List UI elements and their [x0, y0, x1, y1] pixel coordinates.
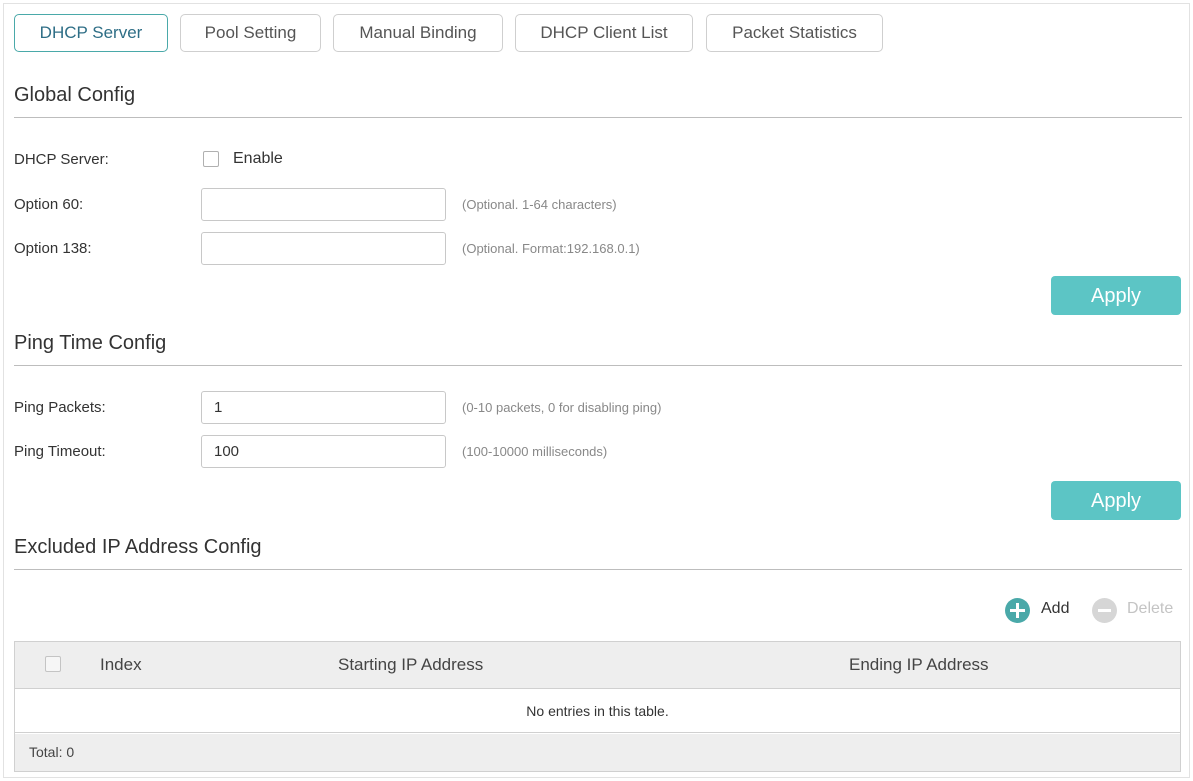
delete-button: Delete [1127, 600, 1174, 617]
global-config-divider [14, 117, 1182, 118]
option60-input[interactable] [201, 188, 446, 221]
option60-label: Option 60: [14, 196, 84, 213]
table-footer: Total: 0 [15, 734, 1180, 771]
option138-label: Option 138: [14, 240, 92, 257]
tab-dhcp-server[interactable]: DHCP Server [14, 14, 168, 52]
column-ending-ip[interactable]: Ending IP Address [849, 655, 989, 675]
ping-apply-button[interactable]: Apply [1051, 481, 1181, 520]
option138-input[interactable] [201, 232, 446, 265]
ping-packets-label: Ping Packets: [14, 399, 106, 416]
global-apply-button[interactable]: Apply [1051, 276, 1181, 315]
option138-hint: (Optional. Format:192.168.0.1) [462, 241, 640, 256]
tab-dhcp-client-list[interactable]: DHCP Client List [515, 14, 693, 52]
empty-table-message: No entries in this table. [526, 703, 669, 719]
global-config-title: Global Config [14, 84, 136, 106]
option60-hint: (Optional. 1-64 characters) [462, 197, 617, 212]
ping-timeout-input[interactable] [201, 435, 446, 468]
dhcp-server-label: DHCP Server: [14, 151, 109, 168]
column-starting-ip[interactable]: Starting IP Address [338, 655, 483, 675]
add-button[interactable]: Add [1041, 600, 1069, 618]
select-all-checkbox[interactable] [45, 656, 61, 672]
ping-packets-hint: (0-10 packets, 0 for disabling ping) [462, 400, 662, 415]
tab-packet-statistics[interactable]: Packet Statistics [706, 14, 883, 52]
enable-checkbox[interactable] [203, 151, 219, 167]
tab-pool-setting[interactable]: Pool Setting [180, 14, 321, 52]
add-icon[interactable] [1005, 598, 1030, 623]
delete-icon [1092, 598, 1117, 623]
column-index[interactable]: Index [100, 655, 142, 675]
table-header: Index Starting IP Address Ending IP Addr… [15, 642, 1180, 689]
total-count: Total: 0 [29, 744, 75, 760]
excluded-config-divider [14, 569, 1182, 570]
tab-manual-binding[interactable]: Manual Binding [333, 14, 503, 52]
excluded-ip-table: Index Starting IP Address Ending IP Addr… [14, 641, 1181, 772]
excluded-config-title: Excluded IP Address Config [14, 536, 262, 558]
ping-config-title: Ping Time Config [14, 332, 167, 354]
ping-packets-input[interactable] [201, 391, 446, 424]
ping-config-divider [14, 365, 1182, 366]
enable-label[interactable]: Enable [233, 150, 283, 168]
ping-timeout-label: Ping Timeout: [14, 443, 106, 460]
table-row: No entries in this table. [15, 689, 1180, 733]
ping-timeout-hint: (100-10000 milliseconds) [462, 444, 608, 459]
